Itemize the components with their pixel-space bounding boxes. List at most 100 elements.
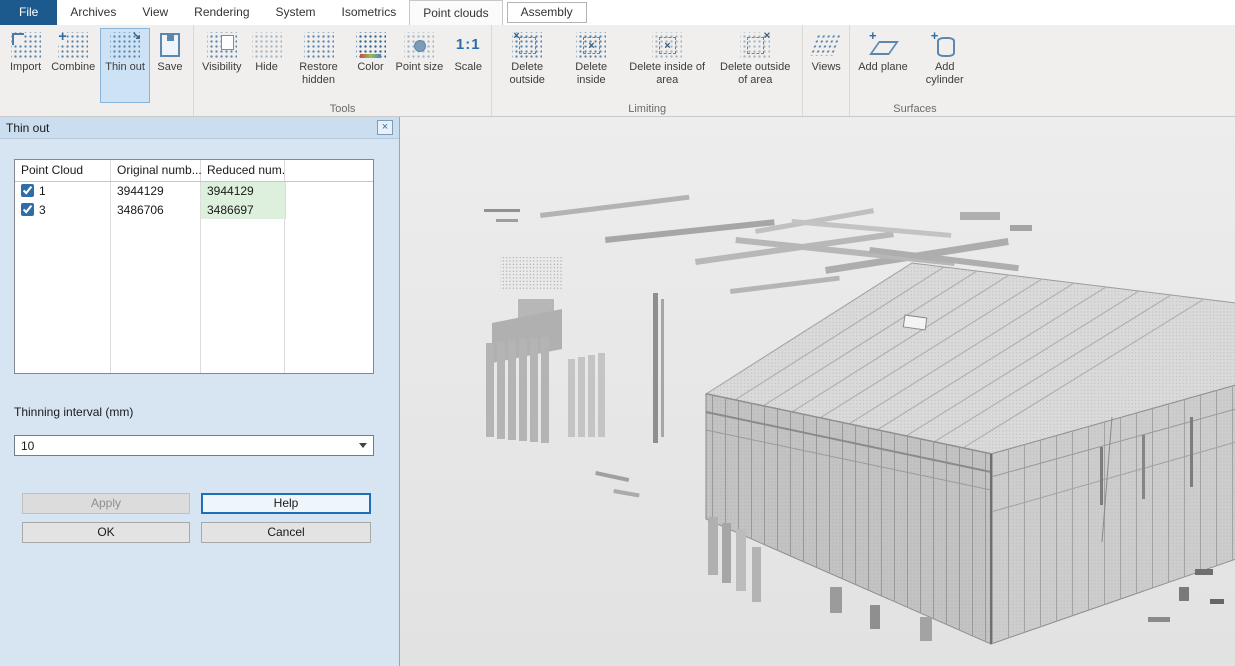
ribbon-group-views: Views <box>803 25 850 116</box>
tab-point-clouds[interactable]: Point clouds <box>409 0 502 25</box>
ribbon-button-label: Views <box>812 61 841 74</box>
point-cloud-table: Point Cloud Original numb... Reduced num… <box>14 159 374 374</box>
ribbon-button-delete-inside[interactable]: Delete inside <box>560 29 622 102</box>
restore-hidden-icon <box>304 32 334 58</box>
ribbon-button-label: Add plane <box>858 61 908 74</box>
scale-1-1-icon: 1:1 <box>453 32 483 58</box>
ribbon-button-delete-outside[interactable]: Delete outside <box>496 29 558 102</box>
ok-button[interactable]: OK <box>22 522 190 543</box>
import-icon <box>11 32 41 58</box>
ribbon-button-label: Restore hidden <box>292 61 346 86</box>
chevron-down-icon <box>359 443 367 448</box>
add-plane-icon <box>868 32 898 58</box>
point-cloud-name: 3 <box>39 203 46 217</box>
ribbon-group-pointcloud: Import Combine Thin out Save <box>2 25 194 116</box>
close-icon[interactable]: × <box>377 120 393 135</box>
add-cylinder-icon <box>930 32 960 58</box>
table-row[interactable]: 1 3944129 3944129 <box>15 181 373 200</box>
tab-file[interactable]: File <box>0 0 57 25</box>
table-header-row: Point Cloud Original numb... Reduced num… <box>15 160 373 181</box>
application-window: File Archives View Rendering System Isom… <box>0 0 1235 666</box>
table-row[interactable]: 3 3486706 3486697 <box>15 200 373 219</box>
ribbon-button-label: Delete inside of area <box>628 61 706 86</box>
ribbon-button-delete-inside-of-area[interactable]: Delete inside of area <box>624 29 710 102</box>
ribbon-button-point-size[interactable]: Point size <box>392 29 448 102</box>
tab-system[interactable]: System <box>263 0 329 25</box>
delete-outside-icon <box>512 32 542 58</box>
ribbon-button-restore-hidden[interactable]: Restore hidden <box>288 29 350 102</box>
ribbon-button-label: Delete inside <box>564 61 618 86</box>
ribbon-button-label: Color <box>357 61 383 74</box>
ribbon-button-thin-out[interactable]: Thin out <box>101 29 149 102</box>
ribbon-group-tools: Visibility Hide Restore hidden Color Poi… <box>194 25 492 116</box>
ribbon-button-visibility[interactable]: Visibility <box>198 29 246 102</box>
dialog-title-bar[interactable]: Thin out × <box>0 117 399 139</box>
group-label-limiting: Limiting <box>492 103 802 115</box>
ribbon: Import Combine Thin out Save <box>0 25 1235 117</box>
tab-isometrics[interactable]: Isometrics <box>329 0 410 25</box>
ribbon-button-color[interactable]: Color <box>352 29 390 102</box>
ribbon-button-label: Add cylinder <box>918 61 972 86</box>
ribbon-button-label: Delete outside of area <box>716 61 794 86</box>
tab-assembly[interactable]: Assembly <box>507 2 587 23</box>
point-size-icon <box>404 32 434 58</box>
column-header-original: Original numb... <box>111 160 201 181</box>
reduced-count: 3944129 <box>201 181 285 200</box>
tab-view[interactable]: View <box>129 0 181 25</box>
ribbon-button-combine[interactable]: Combine <box>47 29 99 102</box>
ribbon-button-label: Thin out <box>105 61 145 74</box>
ribbon-button-add-cylinder[interactable]: Add cylinder <box>914 29 976 102</box>
tab-rendering[interactable]: Rendering <box>181 0 262 25</box>
cancel-button[interactable]: Cancel <box>201 522 371 543</box>
ribbon-button-label: Save <box>157 61 182 74</box>
thinning-interval-select[interactable]: 10 <box>14 435 374 456</box>
visibility-icon <box>207 32 237 58</box>
original-count: 3944129 <box>111 181 201 200</box>
point-cloud-name: 1 <box>39 184 46 198</box>
ribbon-tab-bar: File Archives View Rendering System Isom… <box>0 0 1235 25</box>
ribbon-button-views[interactable]: Views <box>807 29 845 102</box>
ribbon-button-label: Visibility <box>202 61 242 74</box>
combine-icon <box>58 32 88 58</box>
column-header-point-cloud: Point Cloud <box>15 160 111 181</box>
column-header-empty <box>285 160 373 181</box>
ribbon-button-label: Delete outside <box>500 61 554 86</box>
save-icon <box>155 32 185 58</box>
ribbon-button-label: Import <box>10 61 41 74</box>
viewport-3d[interactable] <box>399 117 1235 666</box>
ribbon-button-label: Combine <box>51 61 95 74</box>
help-button[interactable]: Help <box>201 493 371 514</box>
group-label-tools: Tools <box>194 103 491 115</box>
ribbon-group-limiting: Delete outside Delete inside Delete insi… <box>492 25 803 116</box>
reduced-count: 3486697 <box>201 200 285 219</box>
ribbon-button-hide[interactable]: Hide <box>248 29 286 102</box>
dialog-title: Thin out <box>6 121 49 135</box>
original-count: 3486706 <box>111 200 201 219</box>
building-point-cloud <box>706 263 1235 644</box>
ribbon-group-surfaces: Add plane Add cylinder Surfaces <box>850 25 980 116</box>
ribbon-button-scale[interactable]: 1:1 Scale <box>449 29 487 102</box>
delete-inside-of-area-icon <box>652 32 682 58</box>
ribbon-button-add-plane[interactable]: Add plane <box>854 29 912 102</box>
ribbon-button-label: Scale <box>454 61 482 74</box>
color-icon <box>356 32 386 58</box>
ribbon-button-import[interactable]: Import <box>6 29 45 102</box>
thin-out-icon <box>110 32 140 58</box>
thin-out-dialog: Thin out × Point Cloud Original numb... … <box>0 117 399 666</box>
ribbon-button-save[interactable]: Save <box>151 29 189 102</box>
row-checkbox[interactable] <box>21 203 34 216</box>
views-icon <box>811 32 841 58</box>
delete-inside-icon <box>576 32 606 58</box>
thinning-interval-value: 10 <box>21 439 34 453</box>
thinning-interval-label: Thinning interval (mm) <box>14 405 133 419</box>
delete-outside-of-area-icon <box>740 32 770 58</box>
ribbon-button-label: Point size <box>396 61 444 74</box>
tab-archives[interactable]: Archives <box>57 0 129 25</box>
column-header-reduced: Reduced num... <box>201 160 285 181</box>
apply-button[interactable]: Apply <box>22 493 190 514</box>
row-checkbox[interactable] <box>21 184 34 197</box>
point-cloud-render <box>400 117 1235 666</box>
hide-icon <box>252 32 282 58</box>
ribbon-button-delete-outside-of-area[interactable]: Delete outside of area <box>712 29 798 102</box>
ribbon-button-label: Hide <box>255 61 278 74</box>
